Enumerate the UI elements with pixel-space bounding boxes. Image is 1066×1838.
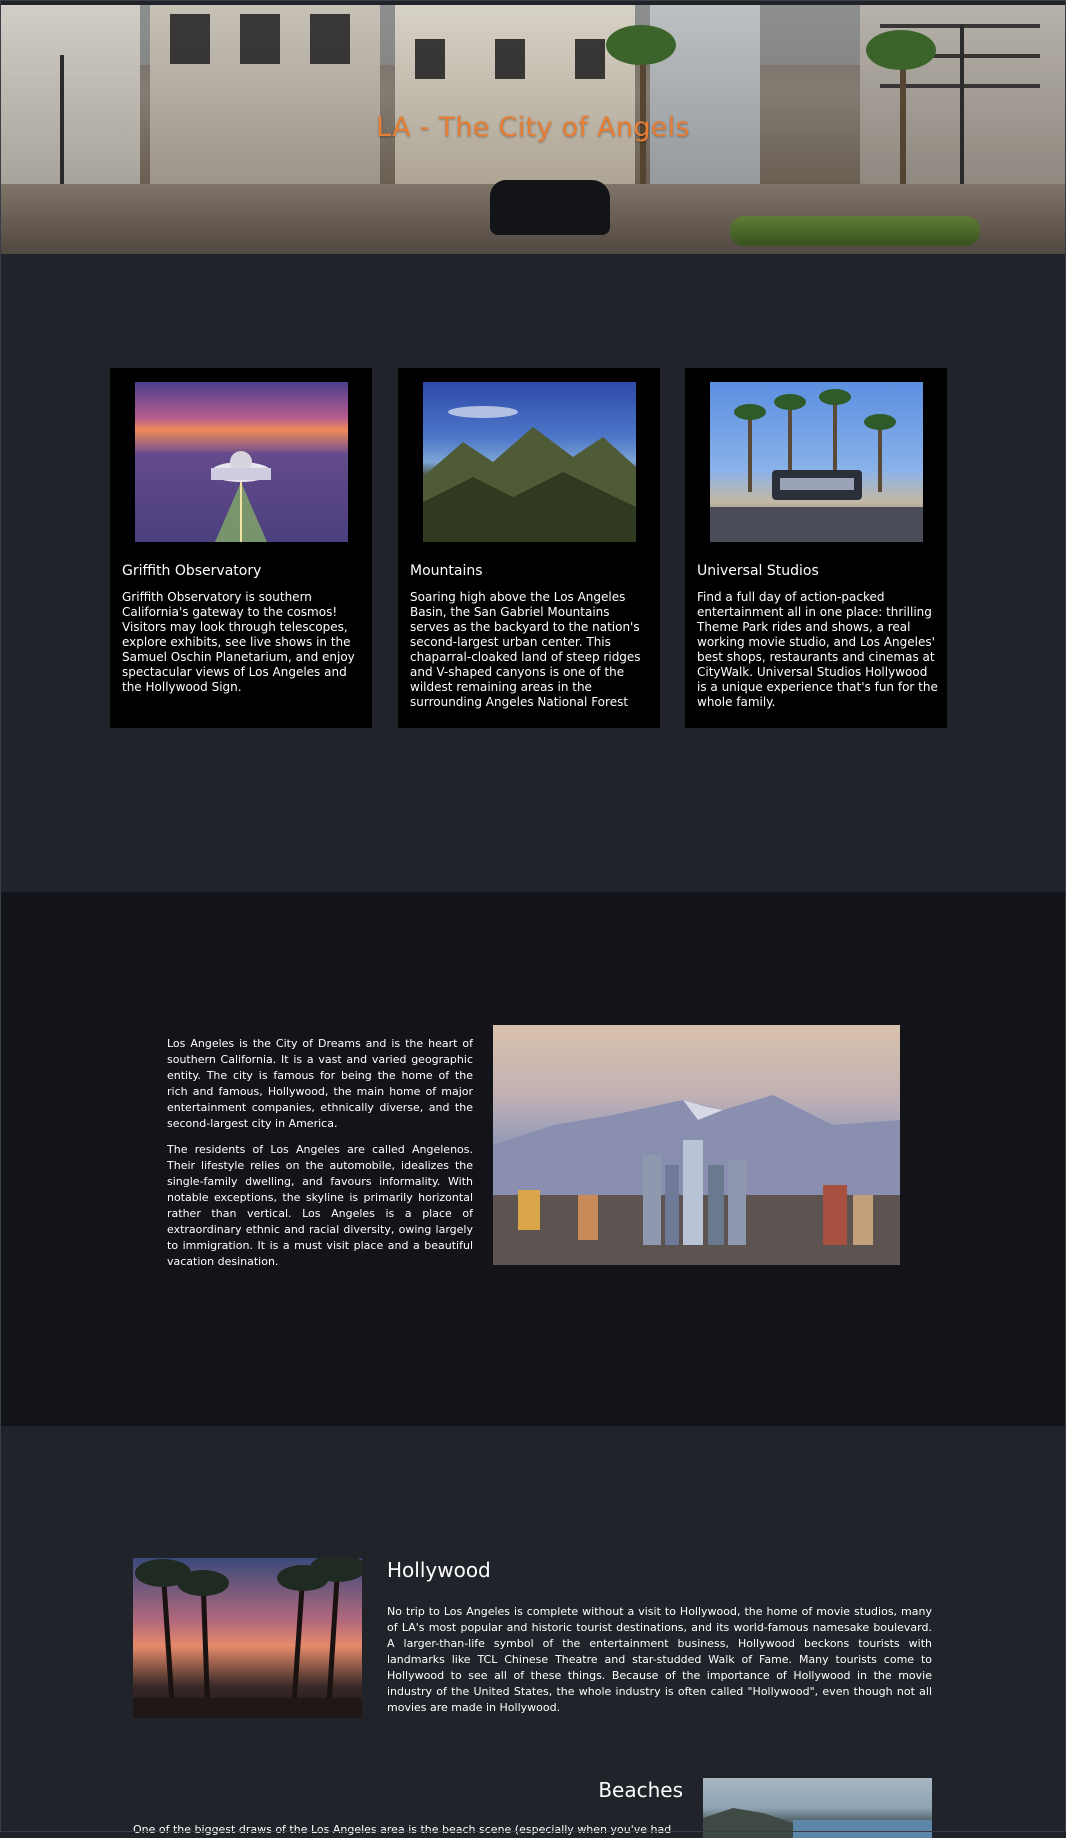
card-text: Soaring high above the Los Angeles Basin…: [410, 590, 641, 709]
card-text: Griffith Observatory is southern Califor…: [122, 590, 355, 694]
about-paragraph: The residents of Los Angeles are called …: [167, 1143, 473, 1268]
hero-banner: LA - The City of Angels: [0, 5, 1066, 254]
page-title: LA - The City of Angels: [376, 112, 690, 143]
about-text: Los Angeles is the City of Dreams and is…: [167, 1036, 473, 1280]
about-section: Los Angeles is the City of Dreams and is…: [0, 892, 1066, 1426]
mountains-photo: [423, 382, 636, 542]
attraction-card: Griffith Observatory Griffith Observator…: [110, 368, 372, 728]
beach-photo: [703, 1778, 932, 1838]
attraction-card: Universal Studios Find a full day of act…: [685, 368, 947, 728]
attraction-card: Mountains Soaring high above the Los Ang…: [398, 368, 660, 728]
hollywood-text: No trip to Los Angeles is complete witho…: [387, 1605, 932, 1714]
card-title: Griffith Observatory: [122, 563, 262, 579]
hollywood-photo: [133, 1558, 362, 1718]
card-title: Mountains: [410, 563, 483, 579]
card-text: Find a full day of action-packed enterta…: [697, 590, 938, 709]
beaches-text: One of the biggest draws of the Los Ange…: [133, 1823, 672, 1836]
universal-studios-photo: [710, 382, 923, 542]
skyline-photo: [493, 1025, 900, 1265]
about-paragraph: Los Angeles is the City of Dreams and is…: [167, 1037, 473, 1130]
beaches-title: Beaches: [598, 1778, 683, 1802]
highlights-section: Hollywood No trip to Los Angeles is comp…: [0, 1426, 1066, 1838]
hollywood-title: Hollywood: [387, 1558, 491, 1582]
attractions-section: Griffith Observatory Griffith Observator…: [0, 254, 1066, 892]
card-title: Universal Studios: [697, 563, 819, 579]
observatory-photo: [135, 382, 348, 542]
